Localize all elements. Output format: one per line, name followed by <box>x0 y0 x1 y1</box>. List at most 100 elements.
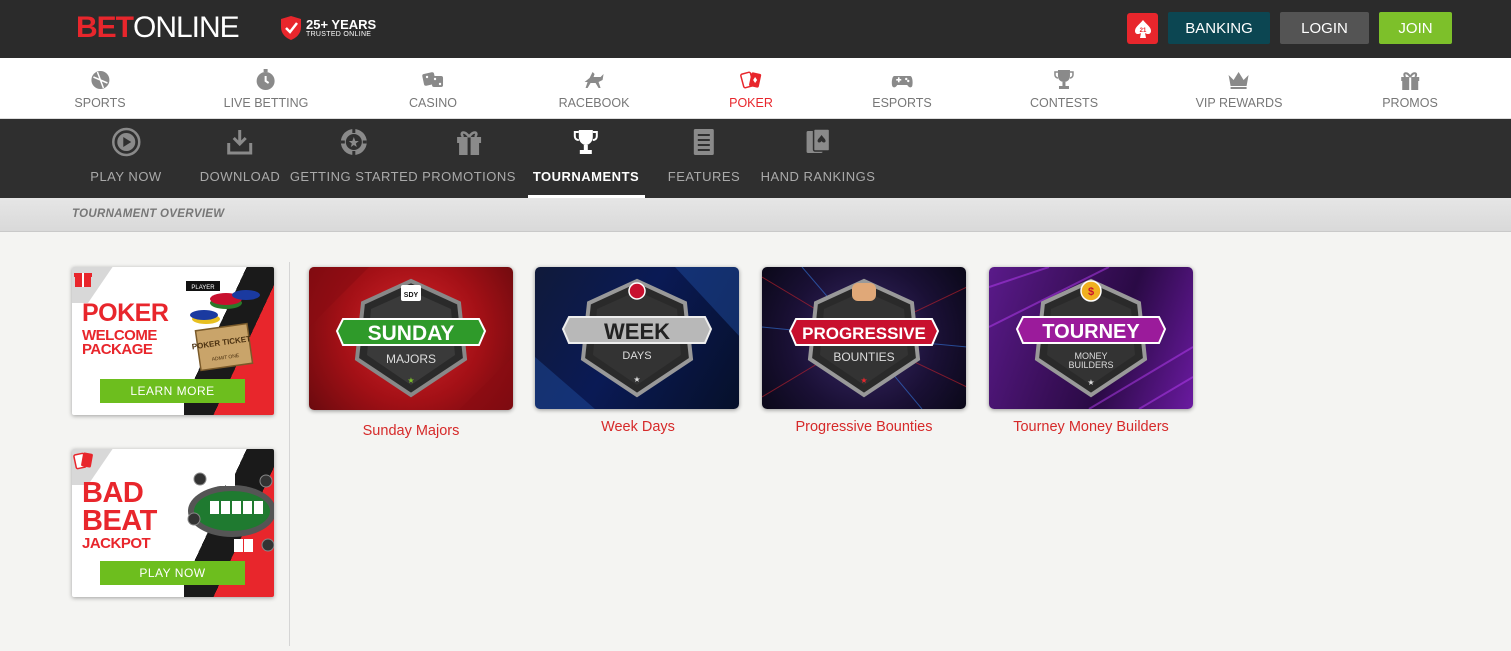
spade-21-icon: 21 <box>1134 19 1151 38</box>
sunday-majors-badge: SDY SUNDAY MAJORS ★ <box>309 267 513 410</box>
nav-item-sports[interactable]: SPORTS <box>74 58 126 119</box>
subnav-item-hand-rankings[interactable]: HAND RANKINGS <box>761 119 876 198</box>
svg-text:BOUNTIES: BOUNTIES <box>833 350 894 364</box>
promo-subtitle: PACKAGE <box>82 341 153 358</box>
subnav-item-download[interactable]: DOWNLOAD <box>200 119 281 198</box>
tournament-title[interactable]: Tourney Money Builders <box>971 419 1211 435</box>
poker-chips-ticket-graphic: PLAYER POKER TICKET ADMIT ONE <box>186 281 260 372</box>
bad-beat-jackpot-promo[interactable]: BAD BEAT JACKPOT PLAY NOW <box>72 449 274 597</box>
nav-label: CASINO <box>409 96 457 110</box>
subnav-label: HAND RANKINGS <box>760 169 876 184</box>
gift-icon <box>72 267 113 303</box>
svg-text:PROGRESSIVE: PROGRESSIVE <box>802 324 926 343</box>
week-days-badge: WEEK DAYS ★ <box>535 267 739 409</box>
svg-text:PLAYER: PLAYER <box>191 285 215 291</box>
subnav-item-play-now[interactable]: PLAY NOW <box>90 119 161 198</box>
svg-text:MAJORS: MAJORS <box>386 352 436 366</box>
nav-label: LIVE BETTING <box>223 96 309 110</box>
betonline-logo[interactable]: BETONLINE <box>76 11 240 44</box>
sidebar-divider <box>289 262 290 646</box>
svg-text:SDY: SDY <box>404 292 419 299</box>
svg-text:$: $ <box>1088 286 1094 298</box>
tournament-card-week-days[interactable]: WEEK DAYS ★ <box>535 267 739 409</box>
subnav-item-features[interactable]: FEATURES <box>668 119 740 198</box>
subnav-label: TOURNAMENTS <box>532 169 640 184</box>
cards-icon <box>806 128 831 153</box>
svg-text:BUILDERS: BUILDERS <box>1068 360 1113 370</box>
nav-label: CONTESTS <box>1029 96 1099 110</box>
main-nav: SPORTS LIVE BETTING CASINO RACEBOOK POKE… <box>0 58 1511 119</box>
banking-button[interactable]: BANKING <box>1168 12 1270 44</box>
svg-text:★: ★ <box>407 376 414 385</box>
nav-item-live-betting[interactable]: LIVE BETTING <box>223 58 309 119</box>
nav-item-esports[interactable]: ESPORTS <box>872 58 932 119</box>
nav-item-casino[interactable]: CASINO <box>409 58 457 119</box>
poker-welcome-package-promo[interactable]: PLAYER POKER TICKET ADMIT ONE POKER WELC… <box>72 267 274 415</box>
nav-label: PROMOS <box>1382 96 1438 110</box>
playing-cards-icon <box>739 71 762 89</box>
svg-text:★: ★ <box>860 376 867 385</box>
tournament-title[interactable]: Week Days <box>518 419 758 435</box>
svg-text:DAYS: DAYS <box>622 350 651 362</box>
gift-icon <box>1401 72 1419 90</box>
subnav-label: FEATURES <box>667 169 741 184</box>
tournament-card-sunday-majors[interactable]: SDY SUNDAY MAJORS ★ <box>309 267 513 410</box>
nav-item-promos[interactable]: PROMOS <box>1382 58 1438 119</box>
poker-table-graphic <box>187 472 274 552</box>
nav-label: ESPORTS <box>872 96 932 110</box>
svg-text:21: 21 <box>1139 28 1146 34</box>
top-bar: BETONLINE 25+ YEARS TRUSTED ONLINE 21 BA… <box>0 0 1511 58</box>
blackjack-21-button[interactable]: 21 <box>1127 13 1158 44</box>
shield-check-icon <box>281 16 301 40</box>
tournament-title[interactable]: Sunday Majors <box>291 423 531 439</box>
gamepad-icon <box>891 76 913 88</box>
nav-item-contests[interactable]: CONTESTS <box>1030 58 1098 119</box>
tournament-title[interactable]: Progressive Bounties <box>744 419 984 435</box>
nav-item-racebook[interactable]: RACEBOOK <box>558 58 630 119</box>
nav-item-vip-rewards[interactable]: VIP REWARDS <box>1195 58 1283 119</box>
subnav-label: PROMOTIONS <box>422 169 516 184</box>
subnav-label: DOWNLOAD <box>199 169 281 184</box>
promo-title: BEAT <box>82 505 157 537</box>
svg-text:★: ★ <box>1087 378 1094 387</box>
poker-chip-icon <box>340 129 367 155</box>
tournament-card-tourney-money-builders[interactable]: $ TOURNEY MONEY BUILDERS ★ <box>989 267 1193 409</box>
download-icon <box>227 130 253 155</box>
tourney-money-builders-badge: $ TOURNEY MONEY BUILDERS ★ <box>989 267 1193 409</box>
trophy-icon <box>1054 70 1074 89</box>
subnav-label: GETTING STARTED <box>289 169 419 184</box>
nav-item-poker[interactable]: POKER <box>729 58 773 119</box>
login-button[interactable]: LOGIN <box>1280 12 1369 44</box>
nav-label: RACEBOOK <box>558 96 630 110</box>
nav-label: VIP REWARDS <box>1195 96 1283 110</box>
progressive-bounties-badge: PROGRESSIVE BOUNTIES ★ <box>762 267 966 409</box>
trusted-label: TRUSTED ONLINE <box>306 30 372 38</box>
crown-icon <box>1228 72 1249 89</box>
subnav-item-getting-started[interactable]: GETTING STARTED <box>290 119 418 198</box>
breadcrumb-band: TOURNAMENT OVERVIEW <box>0 198 1511 232</box>
svg-text:WEEK: WEEK <box>604 319 670 344</box>
nav-label: POKER <box>729 96 773 110</box>
play-now-button[interactable]: PLAY NOW <box>100 561 245 585</box>
subnav-label: PLAY NOW <box>90 169 162 184</box>
tournament-card-progressive-bounties[interactable]: PROGRESSIVE BOUNTIES ★ <box>762 267 966 409</box>
promo-subtitle: JACKPOT <box>82 535 151 552</box>
trophy-icon <box>574 130 598 154</box>
document-list-icon <box>693 129 714 155</box>
stopwatch-icon <box>257 69 275 90</box>
subnav-item-promotions[interactable]: PROMOTIONS <box>422 119 516 198</box>
subnav-item-tournaments[interactable]: TOURNAMENTS <box>533 119 639 198</box>
sports-ball-icon <box>90 71 109 89</box>
trusted-badge: 25+ YEARS TRUSTED ONLINE <box>280 14 376 42</box>
logo-online-text: ONLINE <box>133 11 240 44</box>
breadcrumb: TOURNAMENT OVERVIEW <box>72 208 225 220</box>
svg-text:SUNDAY: SUNDAY <box>368 322 455 345</box>
gift-icon <box>457 131 481 155</box>
horse-racing-icon <box>584 72 604 88</box>
play-circle-icon <box>111 127 141 157</box>
learn-more-button[interactable]: LEARN MORE <box>100 379 245 403</box>
logo-bet-text: BET <box>76 11 134 44</box>
join-button[interactable]: JOIN <box>1379 12 1452 44</box>
nav-label: SPORTS <box>74 96 126 110</box>
promo-title: POKER <box>82 299 169 327</box>
